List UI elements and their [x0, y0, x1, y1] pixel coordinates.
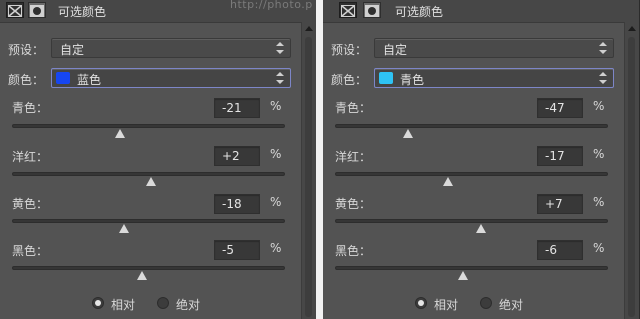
select-arrows-icon	[599, 72, 607, 84]
absolute-label: 绝对	[176, 298, 201, 312]
layer-mask-icon[interactable]	[363, 2, 381, 18]
panel-title: 可选颜色	[395, 5, 444, 19]
colors-select[interactable]: 青色	[374, 68, 614, 88]
percent-label: %	[270, 195, 282, 209]
layer-mask-icon[interactable]	[28, 2, 46, 18]
black-slider-track[interactable]	[335, 266, 608, 280]
panel-scrollbar[interactable]	[624, 22, 639, 319]
black-label: 黑色：	[335, 244, 372, 258]
black-value-input[interactable]: -5	[214, 240, 260, 260]
panel-scrollbar[interactable]	[301, 22, 316, 319]
relative-radio[interactable]	[415, 297, 427, 309]
absolute-label: 绝对	[499, 298, 524, 312]
magenta-slider-track[interactable]	[12, 172, 285, 186]
yellow-slider-thumb[interactable]	[119, 224, 130, 233]
cyan-value-input[interactable]: -21	[214, 98, 260, 118]
percent-label: %	[593, 241, 605, 255]
yellow-label: 黄色：	[335, 197, 372, 211]
adjustment-mask-icon[interactable]	[6, 2, 24, 18]
panel-title: 可选颜色	[58, 5, 107, 19]
absolute-radio[interactable]	[157, 297, 169, 309]
preset-value: 自定	[383, 43, 408, 57]
scroll-track[interactable]	[628, 37, 635, 317]
magenta-label: 洋红：	[335, 150, 372, 164]
watermark: http://photo.p	[230, 0, 313, 11]
yellow-slider-track[interactable]	[335, 219, 608, 233]
percent-label: %	[270, 99, 282, 113]
colors-label: 颜色：	[8, 73, 45, 87]
magenta-label: 洋红：	[12, 150, 49, 164]
percent-label: %	[593, 99, 605, 113]
percent-label: %	[270, 241, 282, 255]
colors-select[interactable]: 蓝色	[51, 68, 291, 88]
mask-glyph-icon	[8, 5, 22, 17]
black-slider-thumb[interactable]	[136, 271, 147, 280]
adjustment-mask-icon[interactable]	[339, 2, 357, 18]
cyan-slider-track[interactable]	[12, 124, 285, 138]
yellow-label: 黄色：	[12, 197, 49, 211]
cyan-value-input[interactable]: -47	[537, 98, 583, 118]
magenta-value-input[interactable]: -17	[537, 146, 583, 166]
panel-titlebar: 可选颜色 http://photo.p	[0, 0, 316, 23]
magenta-slider-track[interactable]	[335, 172, 608, 186]
yellow-slider-thumb[interactable]	[475, 224, 486, 233]
select-arrows-icon	[599, 42, 607, 54]
relative-label: 相对	[434, 298, 459, 312]
percent-label: %	[270, 147, 282, 161]
circle-mask-glyph-icon	[30, 5, 44, 17]
scroll-up-arrow-icon[interactable]	[628, 26, 636, 31]
colors-value: 青色	[400, 73, 425, 87]
magenta-value-input[interactable]: +2	[214, 146, 260, 166]
percent-label: %	[593, 195, 605, 209]
relative-radio[interactable]	[92, 297, 104, 309]
black-value-input[interactable]: -6	[537, 240, 583, 260]
black-slider-track[interactable]	[12, 266, 285, 280]
cyan-slider-thumb[interactable]	[402, 129, 413, 138]
select-arrows-icon	[276, 42, 284, 54]
cyan-label: 青色：	[335, 101, 372, 115]
preset-label: 预设：	[331, 43, 368, 57]
cyan-slider-thumb[interactable]	[115, 129, 126, 138]
percent-label: %	[593, 147, 605, 161]
circle-mask-glyph-icon	[365, 5, 379, 17]
cyan-slider-track[interactable]	[335, 124, 608, 138]
preset-value: 自定	[60, 43, 85, 57]
yellow-value-input[interactable]: -18	[214, 194, 260, 214]
scroll-track[interactable]	[305, 37, 312, 317]
black-label: 黑色：	[12, 244, 49, 258]
color-swatch	[56, 72, 70, 84]
magenta-slider-thumb[interactable]	[443, 177, 454, 186]
color-swatch	[379, 72, 393, 84]
magenta-slider-thumb[interactable]	[146, 177, 157, 186]
yellow-slider-track[interactable]	[12, 219, 285, 233]
mask-glyph-icon	[341, 5, 355, 17]
selective-color-panel-blue: 可选颜色 http://photo.p 预设： 自定 颜色： 蓝色 青色： -2…	[0, 0, 316, 319]
panel-titlebar: 可选颜色	[323, 0, 639, 23]
cyan-label: 青色：	[12, 101, 49, 115]
absolute-radio[interactable]	[480, 297, 492, 309]
preset-label: 预设：	[8, 43, 45, 57]
selective-color-panel-cyan: 可选颜色 预设： 自定 颜色： 青色 青色： -47 % 洋红： -17 % 黄…	[323, 0, 639, 319]
colors-value: 蓝色	[77, 73, 102, 87]
relative-label: 相对	[111, 298, 136, 312]
colors-label: 颜色：	[331, 73, 368, 87]
select-arrows-icon	[276, 72, 284, 84]
black-slider-thumb[interactable]	[458, 271, 469, 280]
panel-divider	[316, 0, 323, 319]
preset-select[interactable]: 自定	[51, 38, 291, 58]
scroll-up-arrow-icon[interactable]	[305, 26, 313, 31]
preset-select[interactable]: 自定	[374, 38, 614, 58]
yellow-value-input[interactable]: +7	[537, 194, 583, 214]
